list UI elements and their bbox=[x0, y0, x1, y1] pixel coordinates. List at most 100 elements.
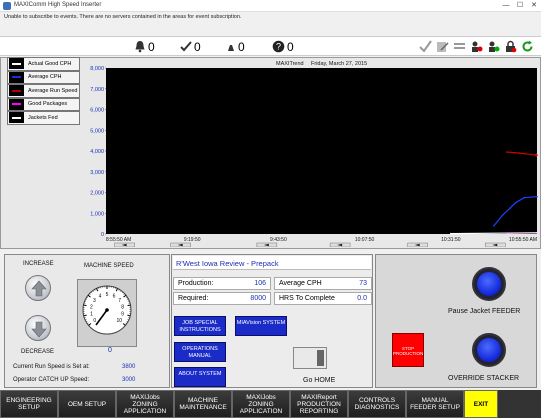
machine-speed-label: MACHINE SPEED bbox=[84, 263, 134, 269]
chart-scroll-control[interactable] bbox=[170, 242, 191, 247]
legend-swatch-line bbox=[12, 76, 21, 79]
avg-cph-field: Average CPH 73 bbox=[274, 277, 372, 290]
x-tick-label: 10:55:50 AM bbox=[509, 237, 537, 243]
series-point bbox=[506, 151, 508, 153]
person-block-icon bbox=[472, 41, 483, 52]
bell-status[interactable]: 0 bbox=[134, 39, 155, 54]
about-system-button[interactable]: ABOUT SYSTEM bbox=[174, 367, 226, 387]
window-title: MAXIComm High Speed Inserter bbox=[14, 2, 102, 8]
minimize-button[interactable]: — bbox=[499, 0, 513, 11]
legend-label: Average CPH bbox=[28, 74, 62, 81]
nav-button-maxijobs-zoning-application[interactable]: MAXIJobs ZONING APPLICATION bbox=[116, 390, 174, 418]
legend-label: Good Packages bbox=[28, 101, 68, 108]
series-point bbox=[493, 224, 495, 227]
gauge-tick-label: 0 bbox=[93, 318, 96, 324]
x-tick-label: 10:31:50 bbox=[441, 237, 461, 243]
gauge-major-tick bbox=[83, 304, 87, 307]
gauge-dial: 01 234 5 678 910 bbox=[82, 285, 132, 335]
chart-scroll-control[interactable] bbox=[407, 242, 428, 247]
speed-control-panel: INCREASE MACHINE SPEED DECREASE 01234567… bbox=[4, 254, 170, 388]
job-special-instructions-button[interactable]: JOB SPECIAL INSTRUCTIONS bbox=[174, 316, 226, 336]
legend-item[interactable]: Good Packages bbox=[7, 97, 80, 111]
hrs-complete-field: HRS To Complete 0.0 bbox=[274, 292, 372, 305]
nav-button-manual-feeder-setup[interactable]: MANUAL FEEDER SETUP bbox=[406, 390, 464, 418]
run-speed-label: Current Run Speed is Set at: bbox=[13, 364, 90, 370]
svg-text:?: ? bbox=[276, 42, 281, 52]
legend-item[interactable]: Jackets Fed bbox=[7, 111, 80, 125]
nav-button-engineering-setup[interactable]: ENGINEERING SETUP bbox=[0, 390, 58, 418]
chart-scroll-control[interactable] bbox=[329, 242, 351, 247]
pause-jacket-feeder-button[interactable] bbox=[472, 267, 506, 301]
list-tool-button[interactable] bbox=[452, 39, 467, 54]
production-value: 106 bbox=[254, 280, 266, 287]
x-tick-label: 9:43:50 bbox=[270, 237, 287, 243]
app-icon bbox=[3, 2, 11, 10]
production-label: Production: bbox=[178, 280, 214, 287]
series-point bbox=[501, 214, 504, 217]
flask-icon bbox=[228, 45, 234, 51]
help-status[interactable]: ? 0 bbox=[272, 39, 294, 54]
status-bar: 0 0 0 ? 0 bbox=[0, 36, 541, 56]
production-field: Production: 106 bbox=[173, 277, 271, 290]
close-button[interactable]: ✕ bbox=[527, 0, 541, 11]
edit-tool-button[interactable] bbox=[435, 39, 450, 54]
go-home-label: Go HOME bbox=[303, 377, 336, 384]
help-count: 0 bbox=[287, 39, 294, 54]
hrs-complete-label: HRS To Complete bbox=[279, 295, 335, 302]
gauge-major-tick bbox=[83, 314, 87, 317]
gauge-tick-label: 6 bbox=[113, 293, 116, 299]
approve-tool-button[interactable] bbox=[418, 39, 433, 54]
series-point bbox=[518, 152, 521, 154]
bell-count: 0 bbox=[148, 39, 155, 54]
override-stacker-button[interactable] bbox=[472, 333, 506, 367]
y-tick-label: 5,000 bbox=[90, 128, 104, 134]
gauge-tick-label: 10 bbox=[116, 318, 122, 324]
chart-scroll-control[interactable] bbox=[485, 242, 506, 247]
x-tick-label: 10:07:50 bbox=[355, 237, 375, 243]
person-check-button[interactable] bbox=[486, 39, 501, 54]
go-home-toggle[interactable] bbox=[293, 347, 327, 369]
nav-button-oem-setup[interactable]: OEM SETUP bbox=[58, 390, 116, 418]
nav-button-maxireport-production-reporting[interactable]: MAXIReport PRODUCTION REPORTING bbox=[290, 390, 348, 418]
legend-swatch bbox=[9, 85, 24, 97]
increase-speed-button[interactable] bbox=[25, 275, 51, 301]
help-icon: ? bbox=[272, 40, 285, 53]
maximize-button[interactable]: ☐ bbox=[513, 0, 527, 11]
nav-button-exit[interactable]: EXIT bbox=[464, 390, 498, 418]
checkmark-icon bbox=[180, 41, 192, 52]
trend-chart: MAXITrend Friday, March 27, 2015 8,000 7,00… bbox=[90, 61, 538, 247]
hrs-complete-value: 0.0 bbox=[357, 295, 367, 302]
increase-label: INCREASE bbox=[23, 261, 54, 267]
nav-button-maxijobs-zoning-application[interactable]: MAXIJobs ZONING APPLICATION bbox=[232, 390, 290, 418]
refresh-button[interactable] bbox=[520, 39, 535, 54]
person-block-button[interactable] bbox=[469, 39, 484, 54]
legend-item[interactable]: Actual Good CPH bbox=[7, 57, 80, 71]
chart-scroll-control[interactable] bbox=[114, 242, 135, 247]
legend-item[interactable]: Average Run Speed bbox=[7, 84, 80, 98]
flask-count: 0 bbox=[238, 39, 245, 54]
lock-tool-button[interactable] bbox=[503, 39, 518, 54]
decrease-speed-button[interactable] bbox=[25, 315, 51, 341]
series-point bbox=[514, 202, 517, 204]
chart-scroll-control[interactable] bbox=[256, 242, 278, 247]
legend-label: Jackets Fed bbox=[28, 114, 58, 121]
flask-status[interactable]: 0 bbox=[226, 39, 245, 54]
gauge-tick-label: 7 bbox=[118, 298, 121, 304]
miavision-system-button[interactable]: MIAVision SYSTEM bbox=[235, 316, 287, 336]
decrease-label: DECREASE bbox=[21, 349, 55, 355]
x-tick-label: 8:55:50 AM bbox=[106, 237, 131, 243]
legend-swatch bbox=[9, 98, 24, 110]
override-stacker-label: OVERRIDE STACKER bbox=[448, 375, 520, 382]
nav-button-controls-diagnostics[interactable]: CONTROLS DIAGNOSTICS bbox=[348, 390, 406, 418]
y-tick-label: 1,000 bbox=[90, 211, 104, 217]
stop-production-button[interactable]: STOP PRODUCTION bbox=[392, 333, 424, 367]
job-title-bar: R'West Iowa Review - Prepack bbox=[173, 256, 371, 270]
legend-label: Average Run Speed bbox=[28, 87, 78, 94]
check-status[interactable]: 0 bbox=[180, 39, 201, 54]
arrow-down-icon bbox=[31, 321, 47, 338]
nav-button-machine-maintenance[interactable]: MACHINE MAINTENANCE bbox=[174, 390, 232, 418]
operations-manual-button[interactable]: OPERATIONS MANUAL bbox=[174, 342, 226, 362]
legend-item[interactable]: Average CPH bbox=[7, 70, 80, 84]
event-message: Unable to subscribe to events. There are… bbox=[4, 14, 242, 20]
job-info-panel: R'West Iowa Review - Prepack Production:… bbox=[171, 254, 373, 388]
